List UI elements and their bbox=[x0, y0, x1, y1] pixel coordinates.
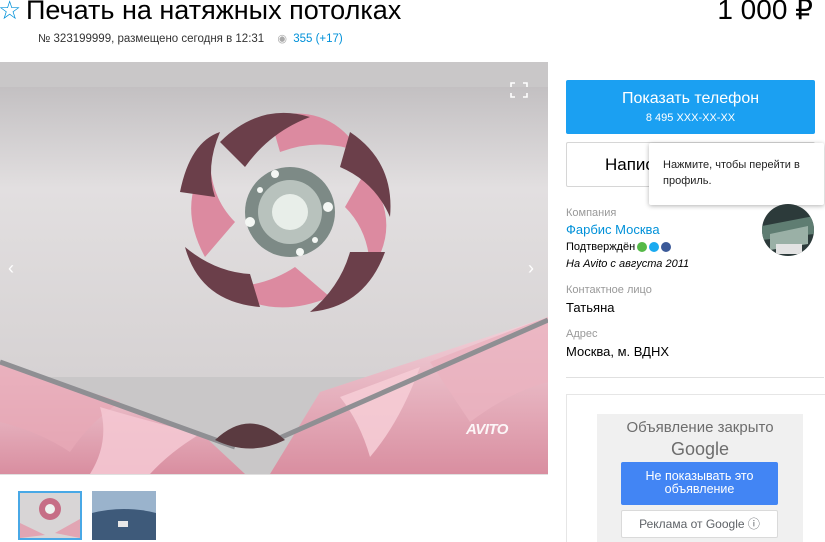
show-phone-label: Показать телефон bbox=[621, 90, 760, 107]
listing-title: Печать на натяжных потолках bbox=[26, 0, 402, 25]
company-link[interactable]: Фарбис Москва bbox=[566, 222, 660, 237]
member-since: На Avito с августа 2011 bbox=[566, 258, 690, 270]
address-label: Адрес bbox=[566, 328, 598, 340]
ceiling-photo bbox=[0, 62, 548, 474]
hide-ad-button[interactable]: Не показывать это объявление bbox=[621, 462, 778, 505]
thumbnail-2[interactable] bbox=[92, 491, 156, 540]
eye-icon: ◉ bbox=[277, 33, 287, 45]
verified-row: Подтверждён bbox=[566, 241, 672, 253]
ads-by-google-button[interactable]: Реклама от Google ⓘ bbox=[621, 510, 778, 538]
company-label: Компания bbox=[566, 207, 617, 219]
contact-person-label: Контактное лицо bbox=[566, 284, 652, 296]
verified-label: Подтверждён bbox=[566, 241, 636, 253]
ad-closed-panel: Объявление закрыто Google Не показывать … bbox=[597, 414, 803, 542]
title-row: ☆ Печать на натяжных потолках 1 000 ₽ bbox=[0, 0, 825, 30]
avito-watermark: AVITO bbox=[466, 421, 508, 438]
phone-verified-icon bbox=[637, 242, 648, 252]
chevron-right-icon[interactable]: › bbox=[528, 258, 534, 279]
chevron-left-icon[interactable]: ‹ bbox=[8, 258, 14, 279]
favorite-star-icon[interactable]: ☆ bbox=[0, 0, 21, 25]
address-value: Москва, м. ВДНХ bbox=[566, 344, 670, 359]
thumbnail-1[interactable] bbox=[18, 491, 82, 540]
seller-avatar[interactable] bbox=[762, 204, 814, 256]
facebook-icon bbox=[661, 242, 672, 252]
main-photo[interactable] bbox=[0, 62, 548, 474]
email-verified-icon bbox=[649, 242, 660, 252]
contact-person-name: Татьяна bbox=[566, 300, 615, 315]
google-label: Google bbox=[670, 439, 730, 459]
fullscreen-icon[interactable] bbox=[510, 82, 528, 98]
listing-meta: № 323199999, размещено сегодня в 12:31 ◉… bbox=[38, 32, 343, 46]
divider bbox=[566, 377, 824, 378]
listing-number: № 323199999, размещено сегодня в 12:31 bbox=[38, 33, 265, 45]
profile-tooltip: Нажмите, чтобы перейти в профиль. bbox=[649, 143, 824, 205]
divider bbox=[0, 474, 548, 475]
show-phone-button[interactable]: Показать телефон 8 495 XXX-XX-XX bbox=[566, 80, 815, 134]
write-message-label: Напис bbox=[605, 155, 654, 174]
ad-closed-text: Объявление закрыто bbox=[626, 419, 774, 436]
phone-number: 8 495 XXX-XX-XX bbox=[645, 112, 736, 124]
listing-price: 1 000 ₽ bbox=[717, 0, 813, 25]
views-count[interactable]: 355 (+17) bbox=[293, 33, 343, 45]
